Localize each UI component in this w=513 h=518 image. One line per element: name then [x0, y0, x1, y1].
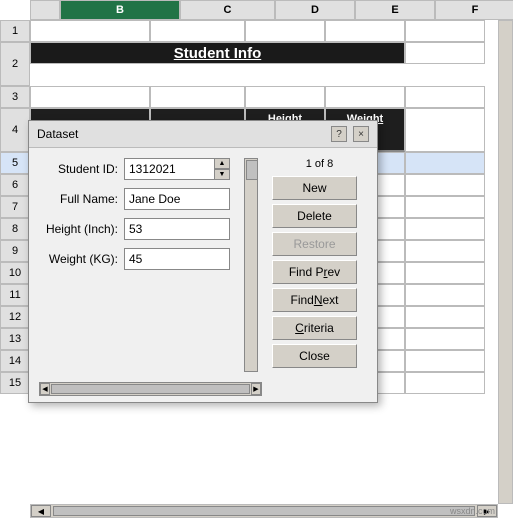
scroll-up-btn[interactable]: ▲	[214, 158, 230, 169]
horizontal-scrollbar[interactable]: ◀ ▶	[30, 504, 498, 518]
dialog-vscroll[interactable]	[244, 158, 258, 372]
row-1	[30, 20, 485, 42]
title-cell: Student Info	[30, 42, 405, 64]
dlg-scroll-thumb[interactable]	[51, 384, 250, 394]
scroll-thumb[interactable]	[53, 506, 475, 516]
dialog-help-button[interactable]: ?	[331, 126, 347, 142]
spreadsheet: B C D E F 1 2 3 4 5 6 7 8 9 10 11 12 13 …	[0, 0, 513, 518]
weight-input[interactable]	[124, 248, 230, 270]
row-headers: 1 2 3 4 5 6 7 8 9 10 11 12 13 14 15	[0, 20, 30, 394]
weight-label: Weight (KG):	[39, 252, 124, 266]
watermark: wsxdn.com	[450, 506, 495, 516]
close-dialog-button[interactable]: Close	[272, 344, 357, 368]
dialog-hscroll[interactable]: ◀ ▶	[39, 382, 262, 396]
criteria-button[interactable]: Criteria	[272, 316, 357, 340]
dataset-dialog: Dataset ? × Student ID: ▲ ▼	[28, 120, 378, 403]
new-button[interactable]: New	[272, 176, 357, 200]
scroll-left-btn[interactable]: ◀	[31, 505, 51, 517]
dialog-controls: ? ×	[331, 126, 369, 142]
field-row-weight: Weight (KG):	[39, 248, 230, 270]
vertical-scrollbar[interactable]	[498, 20, 513, 504]
full-name-wrap	[124, 188, 230, 210]
dialog-fields-section: Student ID: ▲ ▼ Full Name:	[39, 158, 230, 372]
dialog-close-x-button[interactable]: ×	[353, 126, 369, 142]
col-header-B: B	[60, 0, 180, 20]
find-prev-button[interactable]: Find Prev	[272, 260, 357, 284]
dialog-title: Dataset	[37, 127, 78, 141]
height-input[interactable]	[124, 218, 230, 240]
dlg-scroll-left[interactable]: ◀	[40, 383, 50, 395]
col-header-C: C	[180, 0, 275, 20]
dialog-bottom: ◀ ▶	[29, 382, 377, 402]
full-name-label: Full Name:	[39, 192, 124, 206]
col-header-F: F	[435, 0, 513, 20]
scroll-arrows: ▲ ▼	[214, 158, 230, 180]
field-row-student-id: Student ID: ▲ ▼	[39, 158, 230, 180]
scroll-down-btn[interactable]: ▼	[214, 169, 230, 180]
field-row-height: Height (Inch):	[39, 218, 230, 240]
dialog-buttons: 1 of 8 New Delete Restore Find Prev Find…	[272, 158, 367, 372]
record-info: 1 of 8	[272, 158, 367, 170]
student-id-wrap: ▲ ▼	[124, 158, 230, 180]
row-2: Student Info	[30, 42, 485, 86]
col-header-A	[30, 0, 60, 20]
dialog-titlebar: Dataset ? ×	[29, 121, 377, 148]
col-headers-row: B C D E F	[30, 0, 513, 20]
field-row-full-name: Full Name:	[39, 188, 230, 210]
restore-button[interactable]: Restore	[272, 232, 357, 256]
student-id-label: Student ID:	[39, 162, 124, 176]
weight-wrap	[124, 248, 230, 270]
col-header-E: E	[355, 0, 435, 20]
delete-button[interactable]: Delete	[272, 204, 357, 228]
height-label: Height (Inch):	[39, 222, 124, 236]
dlg-scroll-right[interactable]: ▶	[251, 383, 261, 395]
dialog-body: Student ID: ▲ ▼ Full Name:	[29, 148, 377, 382]
row-3	[30, 86, 485, 108]
dialog-vscroll-thumb[interactable]	[246, 160, 258, 180]
full-name-input[interactable]	[124, 188, 230, 210]
col-header-D: D	[275, 0, 355, 20]
find-next-button[interactable]: Find Next	[272, 288, 357, 312]
height-wrap	[124, 218, 230, 240]
